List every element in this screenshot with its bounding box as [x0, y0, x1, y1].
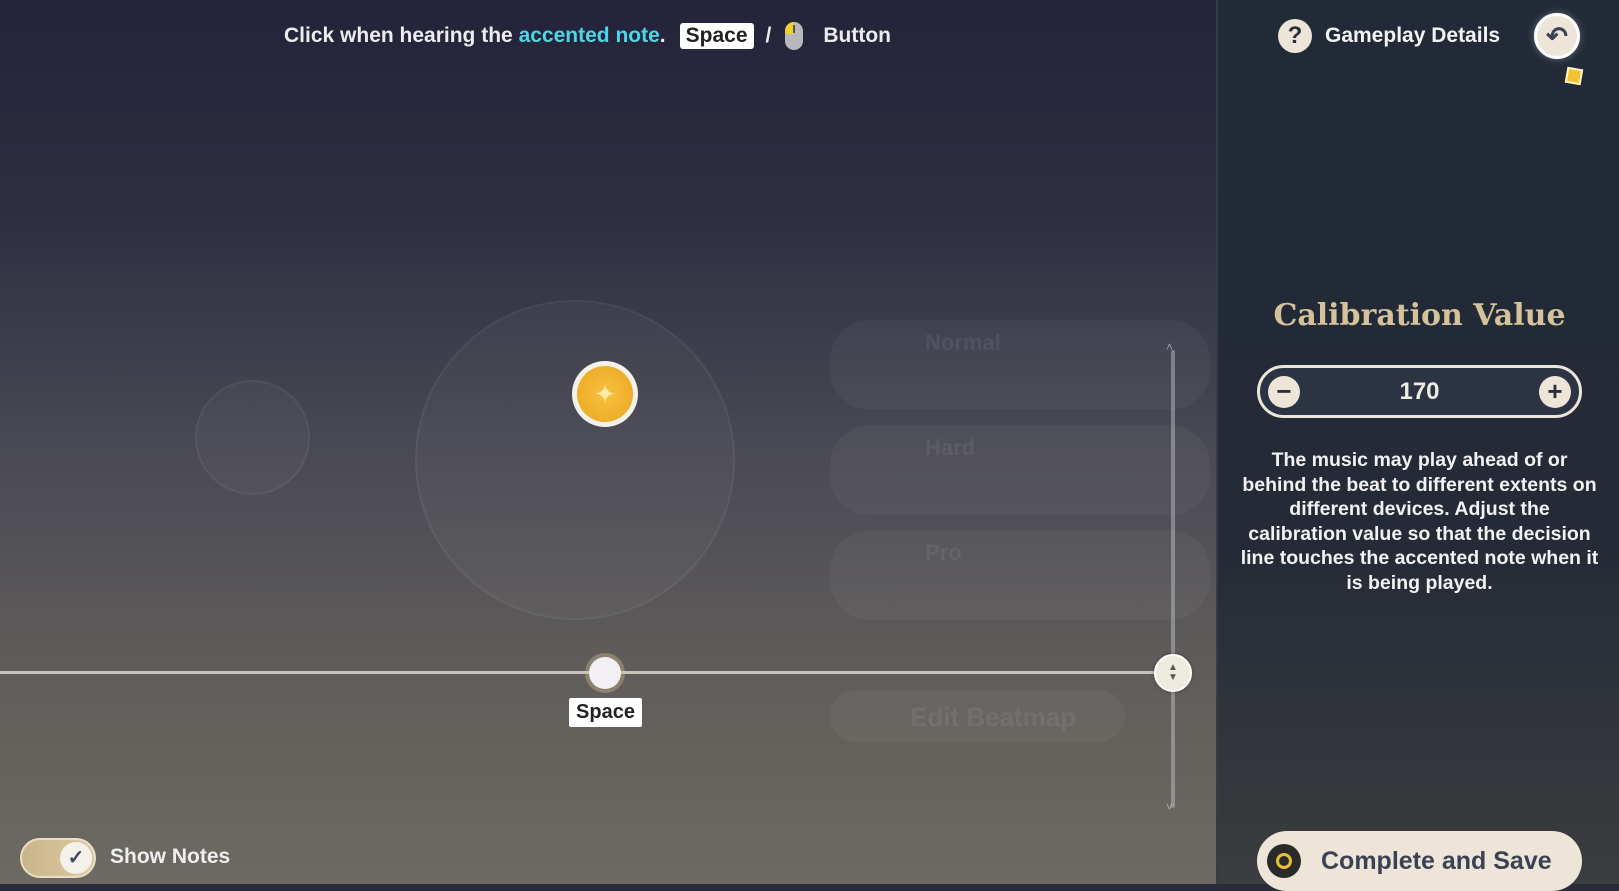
gameplay-details-button[interactable]: ? Gameplay Details — [1278, 19, 1500, 53]
cursor-sparkle-icon — [1564, 66, 1584, 86]
calibration-panel: ? Gameplay Details ↶ Calibration Value −… — [1216, 0, 1619, 891]
background-difficulty-card — [830, 530, 1210, 620]
gameplay-details-label: Gameplay Details — [1325, 24, 1501, 47]
background-difficulty-card — [830, 320, 1210, 410]
complete-and-save-button[interactable]: Complete and Save — [1257, 831, 1582, 891]
decision-key-label: Space — [569, 698, 642, 727]
calibration-value: 170 — [1399, 377, 1440, 405]
hint-accent: accented note — [518, 24, 660, 47]
back-button[interactable]: ↶ — [1534, 13, 1580, 59]
background-normal-label: Normal — [925, 330, 1001, 355]
sparkle-icon: ✦ — [577, 366, 633, 422]
decrease-button[interactable]: − — [1268, 375, 1300, 408]
background-avatar — [195, 380, 310, 495]
background-character-portrait — [415, 300, 735, 620]
space-key-badge: Space — [679, 23, 754, 49]
mouse-left-button-icon — [785, 22, 804, 50]
hint-separator: / — [765, 24, 772, 47]
confirm-circle-icon — [1267, 844, 1301, 878]
calibration-stepper: − 170 + — [1257, 365, 1582, 418]
slider-down-caret-icon: ˅ — [1166, 800, 1174, 814]
increase-button[interactable]: + — [1538, 375, 1571, 408]
down-arrow-icon: ▼ — [1168, 672, 1178, 683]
rhythm-stage: Normal Hard Pro Edit Beatmap Click when … — [0, 0, 1216, 884]
instruction-hint: Click when hearing the accented note. Sp… — [284, 20, 891, 52]
hint-button: Button — [823, 24, 891, 47]
background-hard-label: Hard — [925, 435, 976, 460]
check-icon: ✓ — [60, 842, 92, 874]
background-difficulty-card — [830, 425, 1210, 515]
decision-line-slider[interactable] — [1171, 350, 1175, 808]
question-icon: ? — [1278, 19, 1312, 53]
decision-line — [0, 671, 1175, 674]
hint-suffix: . — [659, 24, 666, 47]
show-notes-toggle[interactable]: ✓ — [20, 838, 96, 878]
complete-and-save-label: Complete and Save — [1321, 846, 1552, 875]
hint-prefix: Click when hearing the — [284, 24, 519, 47]
background-pro-label: Pro — [925, 540, 962, 565]
undo-arrow-icon: ↶ — [1546, 21, 1568, 51]
calibration-description: The music may play ahead of or behind th… — [1240, 449, 1599, 594]
slider-handle[interactable]: ▲ ▼ — [1154, 654, 1192, 692]
calibration-title: Calibration Value — [1273, 298, 1566, 333]
show-notes-label: Show Notes — [110, 845, 231, 868]
accented-note: ✦ — [572, 361, 638, 427]
background-edit-beatmap-label: Edit Beatmap — [910, 702, 1077, 732]
decision-point[interactable] — [589, 657, 621, 689]
